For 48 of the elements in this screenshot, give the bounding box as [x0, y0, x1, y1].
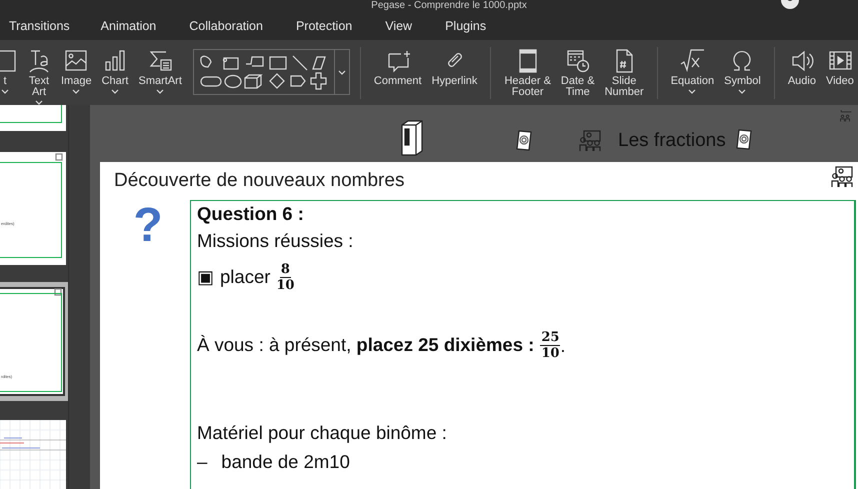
text-art-icon — [27, 48, 51, 74]
dash-bullet: – — [197, 451, 208, 473]
image-icon — [64, 48, 88, 74]
calendar-clock-button[interactable]: Date & Time — [558, 48, 598, 98]
frame-button[interactable]: t — [0, 48, 20, 94]
paragraph: placer — [220, 266, 270, 288]
paragraph: Missions réussies : — [197, 230, 354, 252]
fraction: 25 10 — [540, 330, 560, 360]
spiral-card-icon — [516, 129, 532, 151]
binder-icon — [400, 119, 424, 157]
question-mark-icon: ? — [100, 200, 190, 256]
spiral-card-icon — [736, 128, 752, 150]
text-art-button[interactable]: Text Art — [24, 48, 54, 104]
frame-icon — [0, 48, 17, 74]
caret-icon — [338, 70, 346, 75]
menu-item[interactable]: Animation — [100, 16, 168, 36]
menu-item[interactable]: View — [385, 16, 424, 36]
square-root-icon — [680, 48, 704, 74]
menu-item[interactable]: Plugins — [445, 16, 498, 36]
paragraph: bande de 2m10 — [221, 451, 350, 473]
section-title: Les fractions — [618, 130, 726, 152]
handwriting-sketch-icon — [0, 420, 66, 489]
menu-item[interactable]: Transitions — [9, 16, 81, 36]
shape-gallery[interactable] — [192, 48, 350, 94]
paragraph: À vous : à présent, placez 25 dixièmes : — [197, 334, 534, 356]
image-button[interactable]: Image — [58, 48, 95, 94]
menu-item[interactable]: Collaboration — [189, 16, 274, 36]
link-button[interactable]: Hyperlink — [428, 48, 480, 86]
square-root-button[interactable]: Equation — [668, 48, 718, 94]
speaker-button[interactable]: Audio — [784, 48, 819, 86]
omega-button[interactable]: Symbol — [721, 48, 764, 94]
paragraph: Matériel pour chaque binôme : — [197, 422, 447, 444]
menu-item[interactable]: Protection — [296, 16, 364, 36]
avatar-icon[interactable] — [780, 0, 800, 10]
film-button[interactable]: Video — [822, 48, 857, 86]
bar-chart-button[interactable]: Chart — [98, 48, 132, 94]
bar-chart-icon — [103, 48, 128, 74]
smartart-button[interactable]: SmartArt — [135, 48, 185, 94]
header-footer-button[interactable]: Header & Footer — [501, 48, 554, 98]
window-title: Pegase - Comprendre le 1000.pptx — [371, 0, 527, 12]
checkbox-glyph: ▣ — [197, 266, 214, 288]
fraction: 8 10 — [276, 262, 294, 292]
comment-button[interactable]: Comment — [370, 48, 425, 86]
calendar-clock-icon — [566, 48, 590, 74]
question-heading: Question 6 : — [197, 203, 304, 225]
slide-title: Découverte de nouveaux nombres — [114, 170, 404, 192]
period: . — [560, 335, 566, 357]
slide-number-button[interactable]: Slide Number — [602, 48, 647, 98]
